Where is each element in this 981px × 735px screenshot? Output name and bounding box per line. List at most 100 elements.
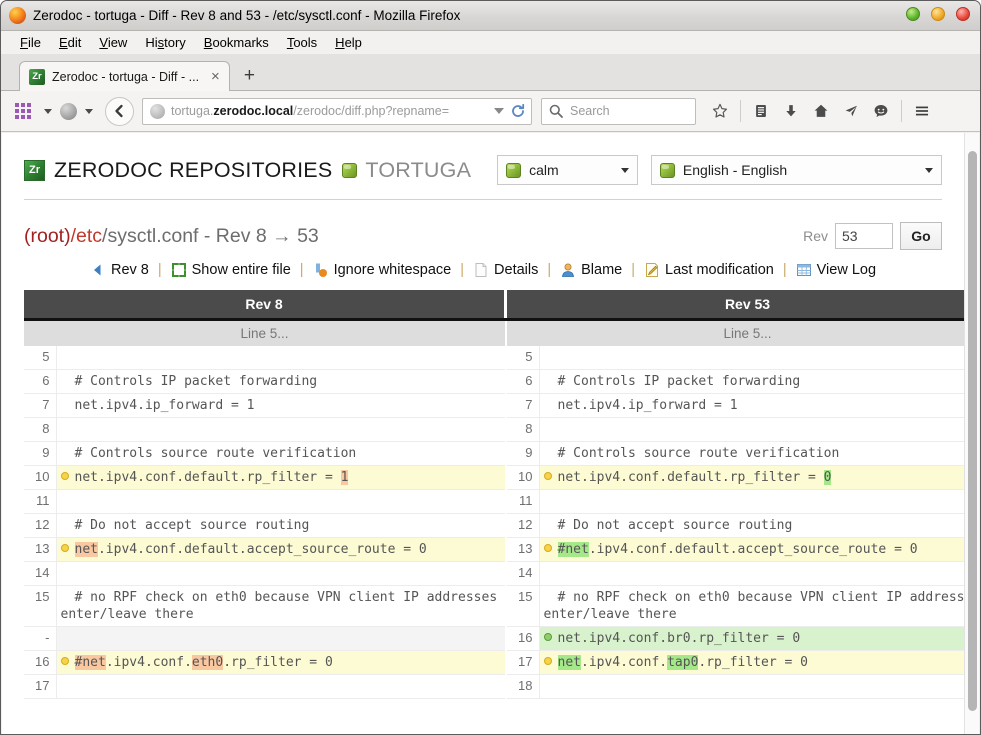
code-line-left: # Do not accept source routing bbox=[56, 514, 505, 538]
line-number-left: 8 bbox=[24, 418, 56, 442]
highlight-added: #net bbox=[558, 542, 589, 557]
line-number-left: 12 bbox=[24, 514, 56, 538]
rev-input[interactable] bbox=[835, 223, 893, 249]
highlight-added: 0 bbox=[824, 470, 832, 485]
diff-row: 9# Controls source route verification9# … bbox=[24, 442, 979, 466]
tab-close-icon[interactable]: × bbox=[208, 69, 223, 84]
diff-row: 7net.ipv4.ip_forward = 17net.ipv4.ip_for… bbox=[24, 394, 979, 418]
home-button[interactable] bbox=[807, 97, 835, 125]
reader-view-icon bbox=[753, 103, 769, 119]
code-line-right: # Controls source route verification bbox=[539, 442, 979, 466]
language-select[interactable]: English - English bbox=[651, 155, 942, 185]
repo-select[interactable]: calm bbox=[497, 155, 638, 185]
code-line-left: # Controls source route verification bbox=[56, 442, 505, 466]
feedback-button[interactable] bbox=[867, 97, 895, 125]
reader-view-button[interactable] bbox=[747, 97, 775, 125]
path-dir[interactable]: /etc bbox=[71, 225, 102, 247]
page-scrollbar-track[interactable] bbox=[964, 133, 979, 734]
back-arrow-icon bbox=[112, 103, 128, 119]
menu-view[interactable]: View bbox=[90, 35, 136, 50]
action-separator-3: | bbox=[451, 262, 473, 278]
reload-icon[interactable] bbox=[510, 103, 526, 119]
code-text: # Controls source route verification bbox=[75, 446, 357, 461]
code-text: .ipv4.conf.default.accept_source_route =… bbox=[589, 542, 918, 557]
line-number-right: 14 bbox=[507, 562, 539, 586]
action-last-modification[interactable]: Last modification bbox=[644, 262, 774, 278]
action-prev-rev[interactable]: Rev 8 bbox=[90, 262, 149, 278]
minimize-button[interactable] bbox=[906, 7, 920, 21]
code-line-left: # no RPF check on eth0 because VPN clien… bbox=[56, 586, 505, 627]
diff-body: 5 5 6# Controls IP packet forwarding6# C… bbox=[24, 346, 979, 699]
apps-dropdown-chevron-icon[interactable] bbox=[44, 109, 52, 114]
line-number-right: 15 bbox=[507, 586, 539, 627]
back-button[interactable] bbox=[105, 97, 134, 126]
line-number-right: 6 bbox=[507, 370, 539, 394]
tab-bar: Zr Zerodoc - tortuga - Diff - ... × + bbox=[1, 54, 980, 91]
menu-tools[interactable]: Tools bbox=[278, 35, 326, 50]
action-ignore-whitespace[interactable]: Ignore whitespace bbox=[313, 262, 452, 278]
code-line-right bbox=[539, 346, 979, 370]
new-tab-button[interactable]: + bbox=[230, 66, 265, 91]
code-line-left: net.ipv4.conf.default.accept_source_rout… bbox=[56, 538, 505, 562]
page-scrollbar-thumb[interactable] bbox=[968, 151, 977, 711]
identity-globe-icon[interactable] bbox=[60, 103, 77, 120]
action-view-log-label: View Log bbox=[817, 262, 876, 278]
code-text: net.ipv4.ip_forward = 1 bbox=[75, 398, 255, 413]
diff-left-subheader[interactable]: Line 5... bbox=[24, 320, 505, 347]
search-bar[interactable]: Search bbox=[541, 98, 696, 125]
close-window-button[interactable] bbox=[956, 7, 970, 21]
line-number-right: 18 bbox=[507, 675, 539, 699]
apps-grid-icon[interactable] bbox=[15, 103, 31, 119]
line-number-left: 7 bbox=[24, 394, 56, 418]
url-host-prefix: tortuga. bbox=[171, 104, 213, 118]
language-select-chevron-icon bbox=[925, 168, 933, 173]
menu-edit[interactable]: Edit bbox=[50, 35, 90, 50]
language-select-cube-icon bbox=[660, 163, 675, 178]
browser-tab[interactable]: Zr Zerodoc - tortuga - Diff - ... × bbox=[19, 61, 230, 91]
maximize-button[interactable] bbox=[931, 7, 945, 21]
menu-help[interactable]: Help bbox=[326, 35, 371, 50]
feedback-smiley-icon bbox=[873, 103, 889, 119]
action-show-entire-file[interactable]: Show entire file bbox=[171, 262, 291, 278]
code-text: .ipv4.conf.default.accept_source_route =… bbox=[98, 542, 427, 557]
action-details[interactable]: Details bbox=[473, 262, 538, 278]
code-line-right: # Do not accept source routing bbox=[539, 514, 979, 538]
code-line-right: # Controls IP packet forwarding bbox=[539, 370, 979, 394]
action-separator-2: | bbox=[291, 262, 313, 278]
menu-button[interactable] bbox=[908, 97, 936, 125]
search-input-placeholder: Search bbox=[570, 104, 610, 118]
changed-marker-icon bbox=[544, 544, 552, 552]
line-number-right: 5 bbox=[507, 346, 539, 370]
url-text: tortuga.zerodoc.local/zerodoc/diff.php?r… bbox=[171, 104, 488, 118]
code-text: # Do not accept source routing bbox=[558, 518, 793, 533]
go-button[interactable]: Go bbox=[900, 222, 942, 250]
bookmark-button[interactable] bbox=[706, 97, 734, 125]
diff-row: 13net.ipv4.conf.default.accept_source_ro… bbox=[24, 538, 979, 562]
identity-dropdown-chevron-icon[interactable] bbox=[85, 109, 93, 114]
code-line-right: #net.ipv4.conf.default.accept_source_rou… bbox=[539, 538, 979, 562]
menu-history[interactable]: History bbox=[136, 35, 194, 50]
action-blame[interactable]: Blame bbox=[560, 262, 622, 278]
menu-file[interactable]: File bbox=[11, 35, 50, 50]
rev-controls: Rev Go bbox=[803, 222, 942, 250]
downloads-button[interactable] bbox=[777, 97, 805, 125]
action-prev-rev-label: Rev 8 bbox=[111, 262, 149, 278]
action-view-log[interactable]: View Log bbox=[796, 262, 876, 278]
code-line-left bbox=[56, 675, 505, 699]
path-root[interactable]: (root) bbox=[24, 225, 71, 247]
code-text: .ipv4.conf. bbox=[581, 655, 667, 670]
send-tab-button[interactable] bbox=[837, 97, 865, 125]
repo-select-value: calm bbox=[529, 162, 559, 178]
diff-right-subheader[interactable]: Line 5... bbox=[507, 320, 979, 347]
line-number-right: 10 bbox=[507, 466, 539, 490]
browser-window: Zerodoc - tortuga - Diff - Rev 8 and 53 … bbox=[0, 0, 981, 735]
code-text: # Controls source route verification bbox=[558, 446, 840, 461]
url-bar[interactable]: tortuga.zerodoc.local/zerodoc/diff.php?r… bbox=[142, 98, 532, 125]
menu-bookmarks[interactable]: Bookmarks bbox=[195, 35, 278, 50]
window-controls bbox=[906, 7, 970, 21]
repo-select-cube-icon bbox=[506, 163, 521, 178]
url-dropdown-chevron-icon[interactable] bbox=[494, 108, 504, 114]
diff-row: 8 8 bbox=[24, 418, 979, 442]
repo-cube-icon bbox=[342, 163, 357, 178]
highlight-removed: #net bbox=[75, 655, 106, 670]
